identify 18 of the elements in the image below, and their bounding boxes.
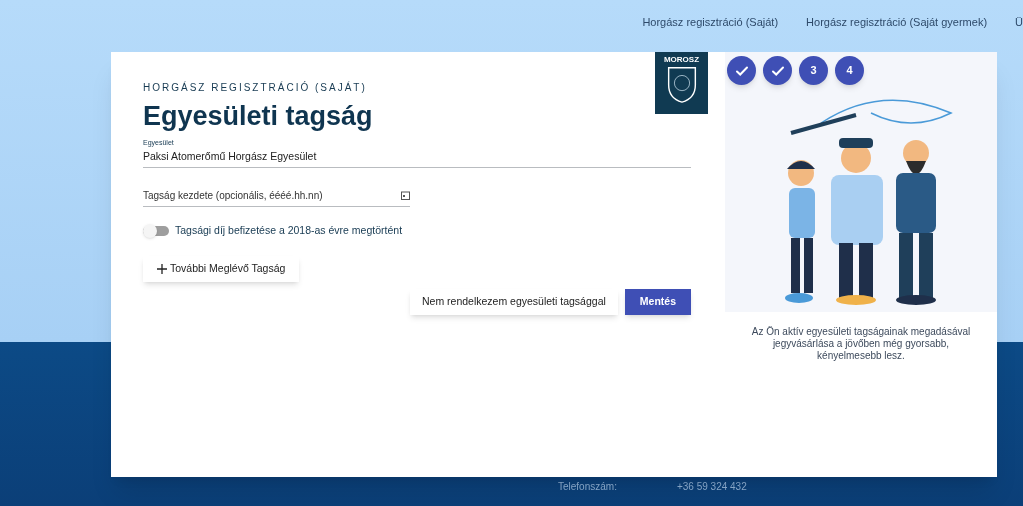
step-indicator: 4 bbox=[835, 56, 864, 85]
no-membership-button[interactable]: Nem rendelkezem egyesületi tagsággal bbox=[409, 289, 618, 315]
nav-link[interactable]: Ü bbox=[1015, 14, 1023, 342]
calendar-icon bbox=[401, 191, 410, 201]
toggle-label: Tagsági díj befizetése a 2018-as évre megtörtént bbox=[175, 223, 403, 239]
plus-icon bbox=[157, 264, 167, 274]
footer-label: Telefonszám: bbox=[558, 480, 617, 494]
toggle-switch[interactable] bbox=[143, 226, 169, 237]
add-membership-button[interactable]: További Meglévő Tagság bbox=[143, 256, 300, 282]
phone-number: +36 59 324 432 bbox=[676, 480, 747, 494]
info-text: Az Ön aktív egyesületi tagságainak megadásával jegyvásárlása a jövőben még gyorsabb, kényelmesebb lesz. bbox=[750, 326, 972, 362]
association-field[interactable]: Paksi Atomerőmű Horgász Egyesület bbox=[143, 148, 691, 169]
date-field[interactable]: Tagság kezdete (opcionális, éééé.hh.nn) bbox=[143, 188, 410, 208]
logo-text: MOROSZ bbox=[663, 55, 700, 64]
section-eyebrow: HORGÁSZ REGISZTRÁCIÓ (SAJÁT) bbox=[143, 80, 368, 95]
page-title: Egyesületi tagság bbox=[143, 100, 374, 133]
save-button[interactable]: Mentés bbox=[624, 289, 691, 315]
step-indicator: 3 bbox=[799, 56, 828, 85]
